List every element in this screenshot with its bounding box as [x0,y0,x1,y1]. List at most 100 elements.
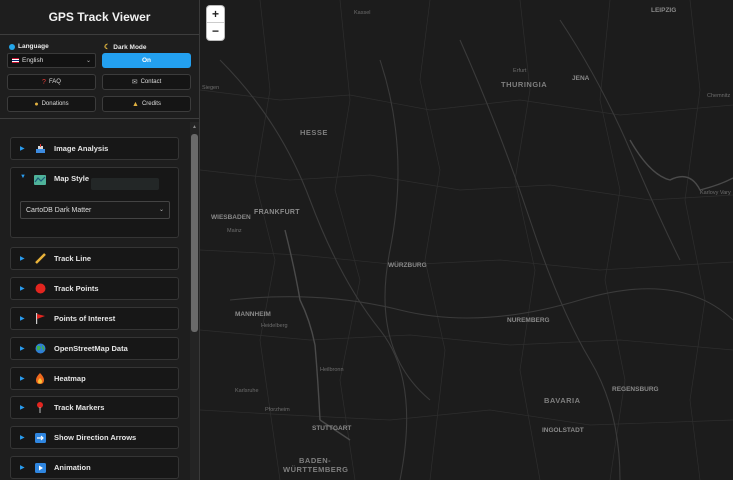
section-animation[interactable]: ▶ Animation [10,456,179,479]
fire-icon [34,373,46,385]
section-track-markers[interactable]: ▶ Track Markers [10,396,179,419]
map-label-wurzburg: WÜRZBURG [388,262,427,269]
sidebar: GPS Track Viewer Language ☾ Dark Mode En… [0,0,200,480]
donations-label: Donations [41,101,69,107]
globe-icon [34,343,46,355]
section-heatmap[interactable]: ▶ Heatmap [10,367,179,390]
language-value: English [22,57,44,64]
credits-button[interactable]: ▲ Credits [102,96,191,112]
envelope-icon: ✉ [131,79,138,86]
expand-arrow-icon: ▶ [20,286,25,292]
dark-mode-label: Dark Mode [113,43,147,51]
title-divider [0,34,199,35]
donations-button[interactable]: ● Donations [7,96,96,112]
map-label-chemnitz: Chemnitz [707,93,731,99]
section-label: Show Direction Arrows [54,433,137,442]
question-icon: ? [42,78,46,86]
chevron-down-icon: ⌄ [158,207,164,213]
language-label-row: Language [9,43,49,50]
moon-icon: ☾ [104,44,111,51]
zoom-control: + − [207,6,224,40]
map-label-heilbronn: Heilbronn [320,367,344,373]
map-label-regensburg: REGENSBURG [612,386,659,393]
section-track-points[interactable]: ▶ Track Points [10,277,179,300]
expand-arrow-icon: ▶ [20,465,25,471]
map-label-leipzig: LEIPZIG [651,7,677,14]
section-map-style[interactable]: ▼ Map Style CartoDB Dark Matter ⌄ [10,167,179,238]
section-label: Points of Interest [54,314,116,323]
scroll-up-arrow-icon[interactable]: ▲ [192,124,197,130]
tooltip-ghost [91,178,159,190]
credits-label: Credits [141,101,161,107]
expand-arrow-icon: ▶ [20,405,25,411]
map-label-jena: JENA [572,75,590,82]
section-image-analysis[interactable]: ▶ Image Analysis [10,137,179,160]
contact-label: Contact [140,79,162,85]
map-label-bavaria: BAVARIA [544,396,581,405]
section-label: OpenStreetMap Data [54,344,128,353]
zoom-out-button[interactable]: − [207,23,224,40]
map-label-pforzheim: Pforzheim [265,407,290,413]
expand-arrow-icon: ▶ [20,146,25,152]
section-openstreetmap-data[interactable]: ▶ OpenStreetMap Data [10,337,179,360]
expand-arrow-icon: ▶ [20,316,25,322]
section-label: Animation [54,463,91,472]
pushpin-icon [34,402,46,414]
map-icon [34,174,46,186]
map-label-frankfurt: FRANKFURT [254,209,300,216]
zoom-in-button[interactable]: + [207,6,224,23]
faq-label: FAQ [48,79,61,85]
expand-arrow-icon: ▶ [20,346,25,352]
money-bag-icon: ● [34,100,39,108]
uk-flag-icon [12,58,19,63]
play-icon [34,462,46,474]
scrollbar-thumb[interactable] [191,134,198,332]
section-label: Map Style [54,174,90,183]
collapse-arrow-icon: ▼ [20,174,26,180]
dark-mode-toggle[interactable]: On [102,53,191,68]
section-label: Image Analysis [54,144,109,153]
section-label: Track Markers [54,403,105,412]
map-label-wurttemberg: WÜRTTEMBERG [283,465,349,474]
map-label-nuremberg: NUREMBERG [507,317,550,324]
map-label-mannheim: MANNHEIM [235,311,271,318]
section-points-of-interest[interactable]: ▶ Points of Interest [10,307,179,330]
red-circle-icon [34,283,46,295]
expand-arrow-icon: ▶ [20,376,25,382]
map-label-ingolstadt: INGOLSTADT [542,427,584,434]
map-view[interactable]: + − Kassel LEIPZIG Erfurt JENA THURINGIA… [200,0,733,480]
app-title: GPS Track Viewer [48,10,151,24]
map-label-wiesbaden: WIESBADEN [211,214,251,221]
sidebar-scrollbar[interactable]: ▲ [190,122,199,480]
ruler-icon [34,253,46,265]
image-analysis-icon [34,143,46,155]
map-label-baden: BADEN- [299,456,332,465]
map-label-siegen: Siegen [202,85,220,91]
settings-divider [0,118,199,119]
section-direction-arrows[interactable]: ▶ Show Direction Arrows [10,426,179,449]
map-label-thuringia: THURINGIA [501,80,548,89]
map-label-hesse: HESSE [300,128,328,137]
language-select[interactable]: English ⌄ [7,53,96,68]
map-label-stuttgart: STUTTGART [312,425,352,432]
map-label-erfurt: Erfurt [513,68,527,74]
chevron-down-icon: ⌄ [85,58,91,64]
praying-hands-icon: ▲ [132,100,139,108]
map-style-select[interactable]: CartoDB Dark Matter ⌄ [20,201,170,219]
language-dot-icon [9,43,15,50]
map-label-mainz: Mainz [227,228,242,234]
section-track-line[interactable]: ▶ Track Line [10,247,179,270]
map-style-value: CartoDB Dark Matter [26,206,92,214]
language-label: Language [18,43,49,50]
arrow-right-icon [34,432,46,444]
map-label-karlsruhe: Karlsruhe [235,388,259,394]
section-label: Track Points [54,284,99,293]
map-label-heidelberg: Heidelberg [261,323,288,329]
map-label-karlovy-vary: Karlovy Vary [700,190,731,196]
section-label: Heatmap [54,374,86,383]
contact-button[interactable]: ✉ Contact [102,74,191,90]
expand-arrow-icon: ▶ [20,435,25,441]
app-root: GPS Track Viewer Language ☾ Dark Mode En… [0,0,733,480]
faq-button[interactable]: ? FAQ [7,74,96,90]
section-label: Track Line [54,254,92,263]
